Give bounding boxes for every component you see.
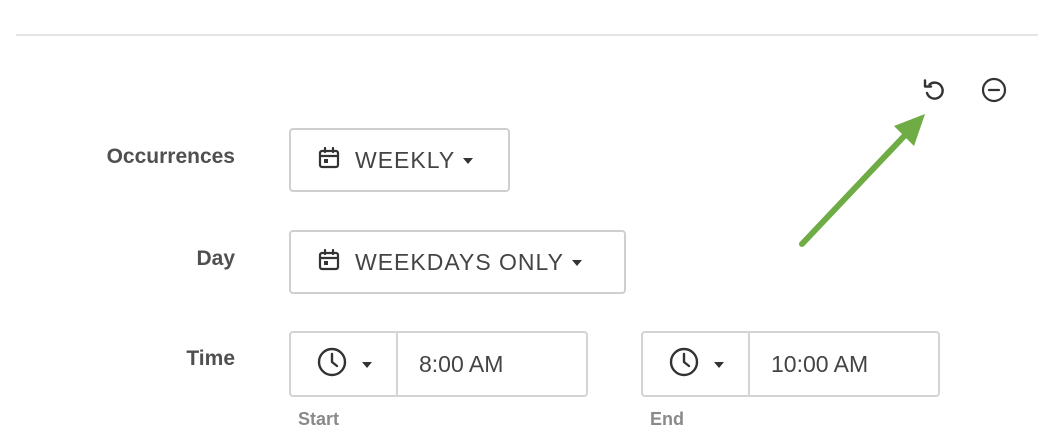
day-dropdown[interactable]: WEEKDAYS ONLY xyxy=(289,230,626,294)
day-value: WEEKDAYS ONLY xyxy=(355,248,564,275)
divider xyxy=(16,34,1038,36)
calendar-icon xyxy=(317,248,341,277)
chevron-down-icon xyxy=(713,362,724,368)
occurrences-dropdown[interactable]: WEEKLY xyxy=(289,128,510,192)
occurrences-label: Occurrences xyxy=(106,145,235,168)
remove-button[interactable] xyxy=(977,73,1011,107)
calendar-icon xyxy=(317,146,341,175)
chevron-down-icon xyxy=(361,362,372,368)
clock-icon xyxy=(316,346,348,383)
chevron-down-icon xyxy=(463,158,474,164)
reset-button[interactable] xyxy=(917,73,951,107)
end-time-group: 10:00 AM xyxy=(641,331,940,397)
undo-icon xyxy=(921,77,947,103)
end-time-input[interactable]: 10:00 AM xyxy=(750,333,938,395)
time-label: Time xyxy=(186,347,235,370)
start-time-group: 8:00 AM xyxy=(289,331,588,397)
schedule-form: Occurrences WEEKLY Day WEEKDAYS ONLY Tim… xyxy=(0,0,1062,447)
end-time-picker[interactable] xyxy=(643,333,750,395)
chevron-down-icon xyxy=(571,260,582,266)
end-help-text: End xyxy=(650,409,684,429)
start-time-picker[interactable] xyxy=(291,333,398,395)
day-label: Day xyxy=(196,247,235,270)
start-time-input[interactable]: 8:00 AM xyxy=(398,333,586,395)
occurrences-value: WEEKLY xyxy=(355,146,456,173)
clock-icon xyxy=(668,346,700,383)
start-help-text: Start xyxy=(298,409,340,429)
annotation-arrow xyxy=(799,114,925,247)
minus-circle-icon xyxy=(980,76,1008,104)
